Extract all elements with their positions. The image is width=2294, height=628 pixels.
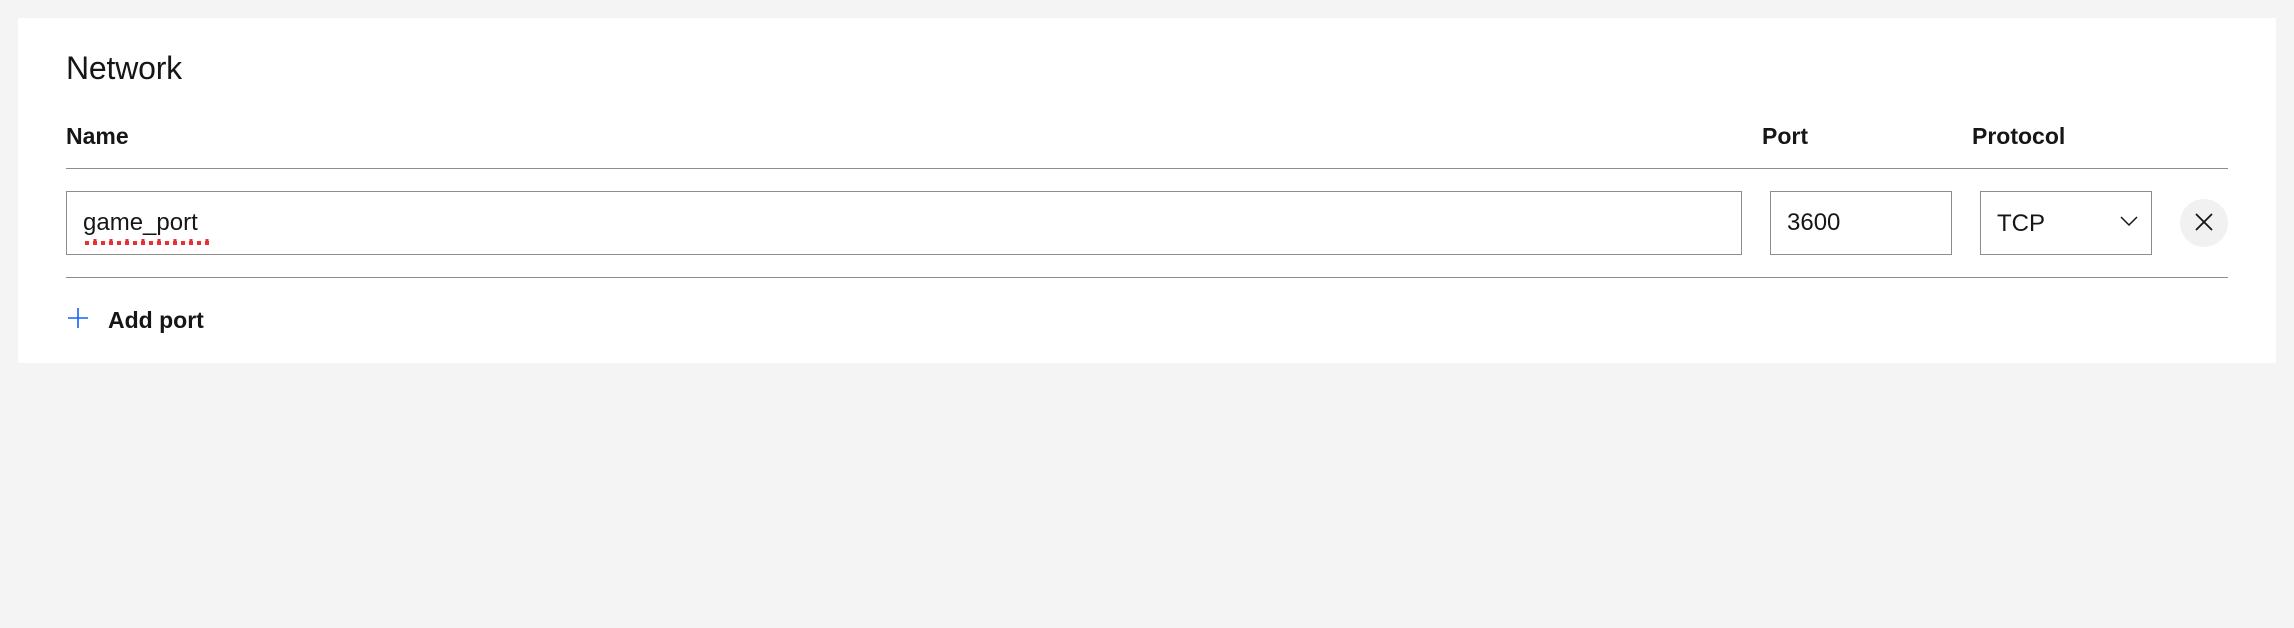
port-input[interactable] — [1770, 191, 1952, 255]
column-header-protocol: Protocol — [1964, 123, 2164, 150]
table-header: Name Port Protocol — [66, 123, 2228, 169]
column-header-port: Port — [1754, 123, 1964, 150]
port-cell — [1770, 191, 1952, 255]
name-cell — [66, 191, 1742, 255]
column-header-name: Name — [66, 123, 1754, 150]
close-icon — [2194, 212, 2214, 235]
protocol-select[interactable]: TCP — [1980, 191, 2152, 255]
remove-row-button[interactable] — [2180, 199, 2228, 247]
name-input[interactable] — [66, 191, 1742, 255]
protocol-cell: TCP — [1980, 191, 2152, 255]
add-port-button[interactable]: Add port — [66, 278, 2228, 335]
section-title: Network — [66, 50, 2228, 87]
network-panel: Network Name Port Protocol TCP — [18, 18, 2276, 363]
action-cell — [2180, 199, 2228, 247]
add-port-label: Add port — [108, 307, 204, 334]
plus-icon — [66, 306, 90, 335]
port-row: TCP — [66, 169, 2228, 278]
